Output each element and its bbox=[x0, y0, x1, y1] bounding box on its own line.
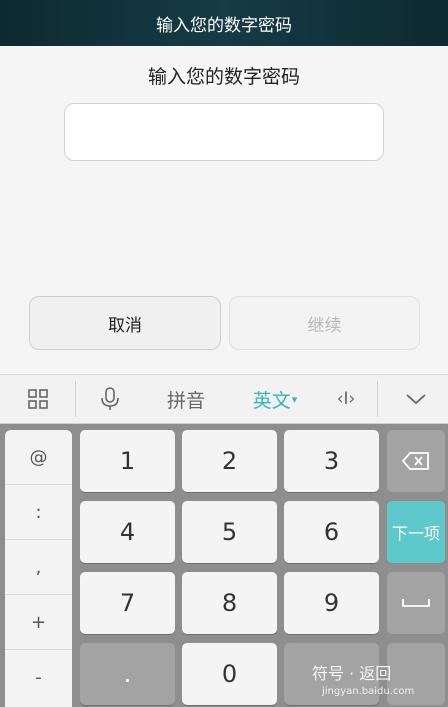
cursor-control-button[interactable]: ‹I› bbox=[318, 375, 374, 423]
watermark-url: jingyan.baidu.com bbox=[322, 686, 415, 697]
title-bar: 输入您的数字密码 bbox=[0, 0, 448, 46]
toolbar-divider bbox=[75, 381, 76, 417]
key-4[interactable]: 4 bbox=[80, 501, 175, 563]
english-mode-tab[interactable]: 英文 ▾ bbox=[236, 375, 314, 423]
watermark: 符号 · 返回 bbox=[312, 664, 392, 683]
symbol-key-comma[interactable]: , bbox=[5, 540, 72, 595]
space-icon bbox=[402, 599, 430, 607]
cancel-button[interactable]: 取消 bbox=[29, 296, 221, 350]
key-3[interactable]: 3 bbox=[284, 430, 379, 492]
next-field-button[interactable]: 下一项 bbox=[387, 501, 445, 563]
key-1[interactable]: 1 bbox=[80, 430, 175, 492]
key-9[interactable]: 9 bbox=[284, 572, 379, 634]
english-mode-label: 英文 bbox=[252, 389, 291, 412]
key-5[interactable]: 5 bbox=[182, 501, 277, 563]
key-7[interactable]: 7 bbox=[80, 572, 175, 634]
voice-input-button[interactable] bbox=[82, 375, 138, 423]
key-6[interactable]: 6 bbox=[284, 501, 379, 563]
title-text: 输入您的数字密码 bbox=[156, 15, 292, 36]
password-input[interactable] bbox=[64, 103, 384, 161]
pinyin-mode-tab[interactable]: 拼音 bbox=[150, 375, 222, 423]
hide-keyboard-button[interactable] bbox=[384, 375, 448, 423]
continue-button[interactable]: 继续 bbox=[229, 296, 420, 350]
password-prompt: 输入您的数字密码 bbox=[147, 66, 300, 88]
backspace-button[interactable] bbox=[387, 430, 445, 492]
toolbar-divider bbox=[377, 381, 378, 417]
grid-icon bbox=[27, 389, 48, 409]
key-0[interactable]: 0 bbox=[182, 643, 277, 705]
keyboard-toolbar: 拼音 英文 ▾ ‹I› bbox=[0, 374, 448, 424]
key-dot[interactable]: . bbox=[80, 643, 175, 705]
key-8[interactable]: 8 bbox=[182, 572, 277, 634]
space-button[interactable] bbox=[387, 572, 445, 634]
symbol-column: @ : , + - bbox=[5, 430, 72, 707]
backspace-icon bbox=[401, 452, 429, 470]
key-2[interactable]: 2 bbox=[182, 430, 277, 492]
symbol-key-colon[interactable]: : bbox=[5, 485, 72, 540]
chevron-down-icon bbox=[406, 394, 426, 405]
microphone-icon bbox=[101, 387, 119, 410]
symbol-key-plus[interactable]: + bbox=[5, 595, 72, 650]
symbol-key-at[interactable]: @ bbox=[5, 430, 72, 485]
password-dialog: 输入您的数字密码 取消 继续 bbox=[0, 46, 448, 374]
grid-menu-button[interactable] bbox=[0, 375, 75, 423]
dropdown-caret-icon: ▾ bbox=[291, 392, 298, 406]
symbol-key-minus[interactable]: - bbox=[5, 650, 72, 705]
